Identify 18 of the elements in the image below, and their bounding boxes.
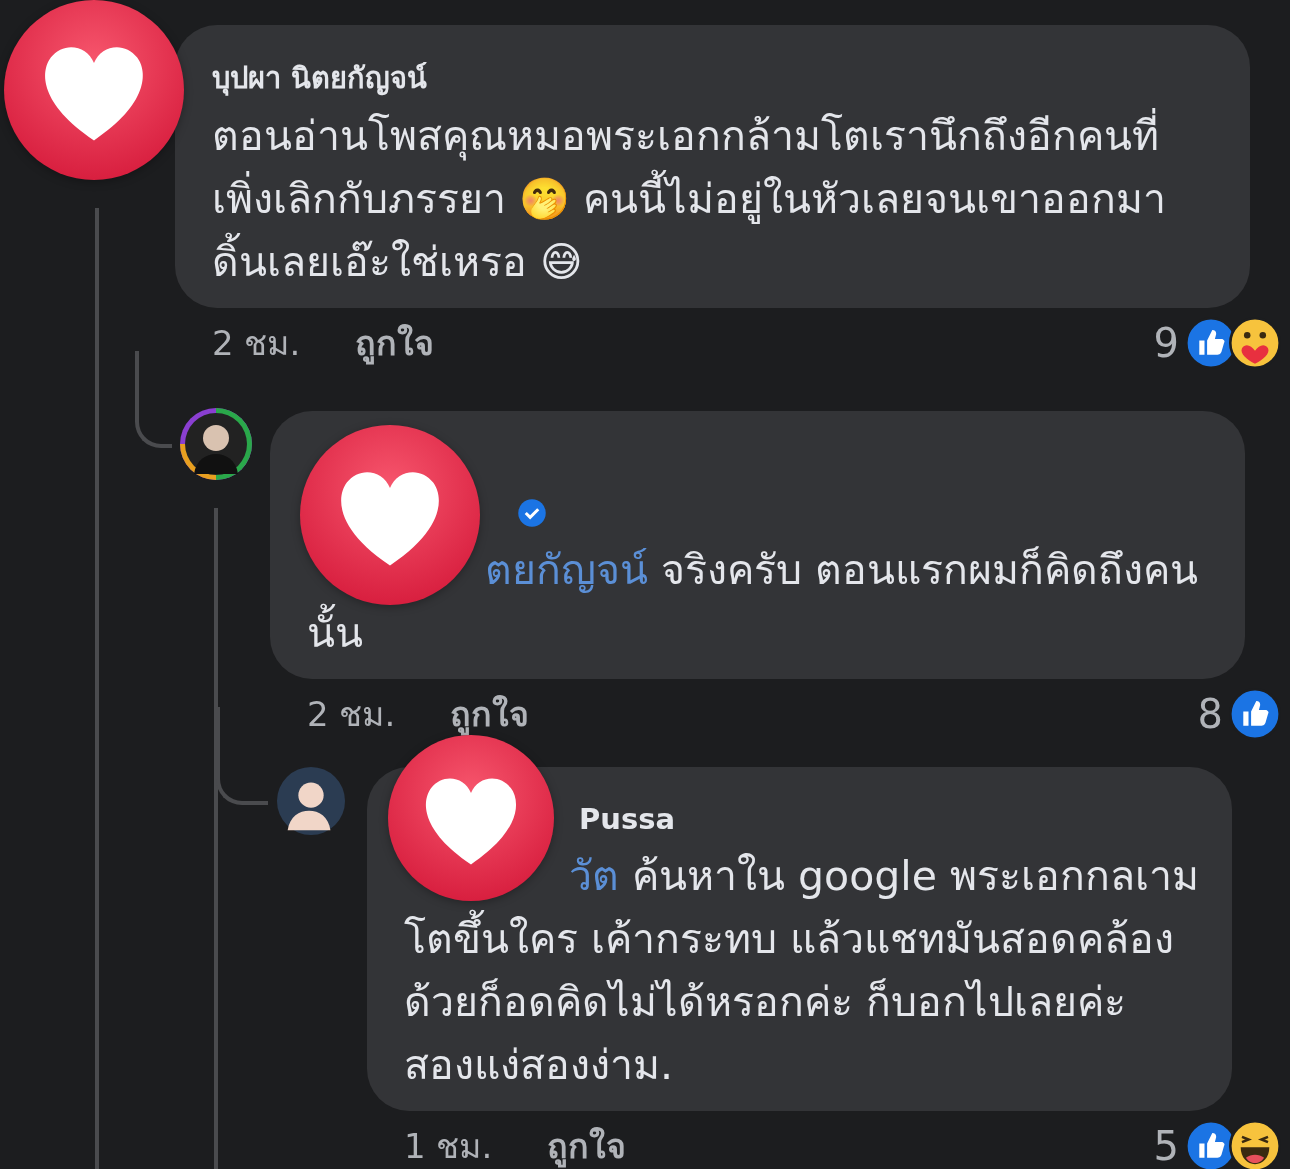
comment-text: ตยกัญจน์ จริงครับ ตอนแรกผมก็คิดถึงคน นั้น (307, 545, 1200, 659)
comment-text: วัต ค้นหาใน google พระเอกกลเาม โตขึ้นใคร เค้ากระทบ แล้วแชทมันสอดคล้อง ด้วยก็อดคิดไม่ได้หรอกค่ะ ก็บอกไปเลยค่ะ สองแง่สองง่าม. (404, 851, 1200, 1091)
timestamp[interactable]: 2 ชม. (307, 694, 396, 734)
like-button[interactable]: ถูกใจ (547, 1126, 627, 1166)
like-button[interactable]: ถูกใจ (355, 323, 435, 363)
timestamp[interactable]: 1 ชม. (404, 1126, 493, 1166)
reaction-count[interactable]: 8 (1197, 691, 1223, 737)
comment-text: ตอนอ่านโพสคุณหมอพระเอกกล้ามโตเรานึกถึงอีกคนที่ เพิ่งเลิกกับภรรยา 🤭 คนนี้ไม่อยู่ในหัวเลยจนเขาออกมา ดิ้นเลยเอ๊ะใช่เหรอ 😅 (212, 105, 1230, 294)
reaction-count[interactable]: 9 (1153, 320, 1179, 366)
like-button[interactable]: ถูกใจ (450, 694, 530, 734)
author-name[interactable]: Pussa (579, 802, 675, 836)
mention-link[interactable]: วัต (569, 852, 619, 900)
avatar-icon[interactable] (276, 766, 346, 836)
author-name[interactable]: บุปผา นิตยกัญจน์ (212, 55, 428, 101)
reaction-count[interactable]: 5 (1153, 1123, 1179, 1169)
avatar-icon[interactable] (180, 408, 252, 480)
timestamp[interactable]: 2 ชม. (212, 323, 301, 363)
mention-link[interactable]: ตยกัญจน์ (485, 546, 648, 594)
